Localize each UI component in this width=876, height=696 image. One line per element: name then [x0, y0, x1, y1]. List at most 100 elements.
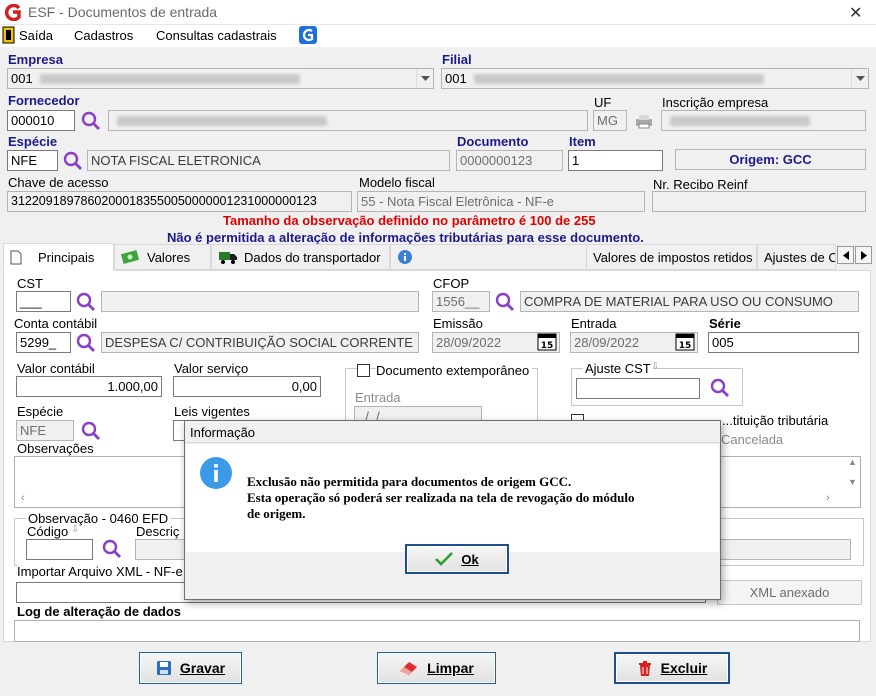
excluir-button[interactable]: Excluir [614, 652, 730, 684]
sort-arrow-icon: ⇩ [71, 524, 80, 535]
fornecedor-input[interactable]: 000010 [7, 110, 75, 131]
extemp-entrada-label: Entrada [355, 390, 401, 405]
empresa-select[interactable]: 001 [7, 68, 434, 89]
chave-acesso-field: 3122091897860200018355005000000123100000… [7, 191, 352, 212]
especie2-label: Espécie [17, 404, 64, 419]
svg-text:15: 15 [541, 341, 554, 351]
search-icon[interactable] [62, 150, 84, 172]
menu-cadastros[interactable]: Cadastros [74, 28, 133, 43]
search-icon[interactable] [709, 377, 731, 399]
tab-ajustes[interactable]: Ajustes de C [757, 244, 836, 270]
tab-valores-label: Valores [147, 249, 191, 265]
cfop-field: 1556__ [432, 291, 490, 312]
info-icon [200, 457, 232, 489]
cst-label: CST [17, 276, 43, 291]
close-icon[interactable]: ✕ [849, 3, 862, 23]
scroll-right-icon[interactable]: › [826, 492, 830, 504]
xml-label: Importar Arquivo XML - NF-e [17, 564, 185, 579]
filial-select[interactable]: 001 [441, 68, 869, 89]
printer-icon[interactable] [634, 112, 654, 130]
recibo-reinf-field [652, 191, 866, 212]
floppy-disk-icon [156, 661, 171, 675]
chevron-down-icon[interactable] [851, 69, 868, 88]
search-icon[interactable] [80, 110, 102, 132]
inscricao-label: Inscrição empresa [662, 95, 769, 110]
money-icon [121, 250, 140, 264]
scroll-up-icon[interactable]: ▲ [848, 457, 857, 467]
menu-saida[interactable]: Saída [19, 28, 53, 43]
tab-scroll-left[interactable] [837, 246, 854, 264]
checkmark-icon [435, 552, 454, 566]
search-icon[interactable] [101, 538, 123, 560]
scroll-left-icon[interactable]: ‹ [21, 492, 25, 504]
tab-ajustes-label: Ajustes de C [764, 249, 836, 265]
chave-label: Chave de acesso [8, 175, 109, 190]
limpar-button[interactable]: Limpar [377, 652, 496, 684]
codigo-input[interactable] [26, 539, 93, 560]
gravar-label: Gravar [179, 660, 226, 676]
tab-valores[interactable]: Valores [114, 244, 211, 270]
serie-label: Série [709, 316, 741, 331]
leis-vigentes-label: Leis vigentes [174, 404, 250, 419]
truck-icon [219, 252, 237, 264]
modelo-label: Modelo fiscal [359, 175, 435, 190]
window-title: ESF - Documentos de entrada [28, 4, 218, 20]
valor-servico-input[interactable]: 0,00 [173, 376, 321, 397]
cfop-label: CFOP [433, 276, 470, 291]
serie-input[interactable]: 005 [708, 332, 859, 353]
trash-icon [638, 660, 651, 676]
tab-principais[interactable]: Principais [3, 243, 114, 271]
especie-description: NOTA FISCAL ELETRONICA [87, 150, 450, 171]
valor-contabil-input[interactable]: 1.000,00 [16, 376, 162, 397]
warning-obs-size: Tamanho da observação definido no parâme… [223, 213, 596, 228]
valor-contabil-label: Valor contábil [17, 361, 95, 376]
calendar-icon[interactable]: 15 [537, 333, 557, 351]
g-app-icon[interactable] [299, 26, 317, 44]
tab-scroll-right[interactable] [855, 246, 872, 264]
conta-input[interactable]: 5299_ [16, 332, 71, 353]
emissao-label: Emissão [433, 316, 483, 331]
scroll-down-icon[interactable]: ▼ [848, 477, 857, 487]
filial-label: Filial [442, 52, 472, 67]
gravar-button[interactable]: Gravar [139, 652, 242, 684]
uf-label: UF [594, 95, 612, 110]
modelo-fiscal-field: 55 - Nota Fiscal Eletrônica - NF-e [357, 191, 645, 212]
item-input[interactable]: 1 [568, 150, 663, 171]
subst-tributaria-label: ...tituição tributária [722, 413, 829, 428]
search-icon[interactable] [75, 291, 97, 313]
calendar-icon[interactable]: 15 [675, 333, 695, 351]
chevron-down-icon[interactable] [416, 69, 433, 88]
dialog-message: Exclusão não permitida para documentos d… [247, 474, 634, 522]
extemporaneo-label: Documento extemporâneo [376, 363, 533, 378]
extemporaneo-checkbox[interactable] [357, 364, 370, 377]
entrada-label: Entrada [571, 316, 617, 331]
log-textarea[interactable] [14, 620, 860, 642]
item-label: Item [569, 134, 596, 149]
title-bar: ESF - Documentos de entrada ✕ [0, 0, 876, 25]
conta-description: DESPESA C/ CONTRIBUIÇÃO SOCIAL CORRENTE [101, 332, 419, 353]
menu-consultas-cadastrais[interactable]: Consultas cadastrais [156, 28, 277, 43]
ok-button[interactable]: Ok [405, 544, 509, 574]
recibo-label: Nr. Recibo Reinf [653, 177, 748, 192]
search-icon[interactable] [80, 420, 102, 442]
app-logo-icon [4, 4, 21, 21]
dialog-message-line3: de origem. [247, 506, 306, 521]
ajuste-cst-input[interactable] [576, 378, 700, 399]
fornecedor-label: Fornecedor [8, 93, 80, 108]
tab-impostos-retidos[interactable]: Valores de impostos retidos [586, 244, 757, 270]
ok-label: Ok [461, 551, 479, 567]
especie2-field: NFE [16, 420, 74, 441]
documento-field: 0000000123 [456, 150, 563, 171]
menu-bar: Saída Cadastros Consultas cadastrais [0, 25, 876, 47]
tab-transportador[interactable]: Dados do transportador [211, 244, 390, 270]
search-icon[interactable] [75, 332, 97, 354]
tab-info[interactable] [390, 244, 590, 270]
dialog-title: Informação [190, 425, 256, 440]
search-icon[interactable] [494, 291, 516, 313]
info-dialog: Informação Exclusão não permitida para d… [184, 420, 721, 600]
dialog-title-bar: Informação [185, 421, 720, 443]
codigo-label: Código [27, 524, 69, 539]
xml-anexado-button[interactable]: XML anexado [717, 580, 862, 605]
cst-input[interactable]: ___ [16, 291, 71, 312]
especie-input[interactable]: NFE [7, 150, 58, 171]
